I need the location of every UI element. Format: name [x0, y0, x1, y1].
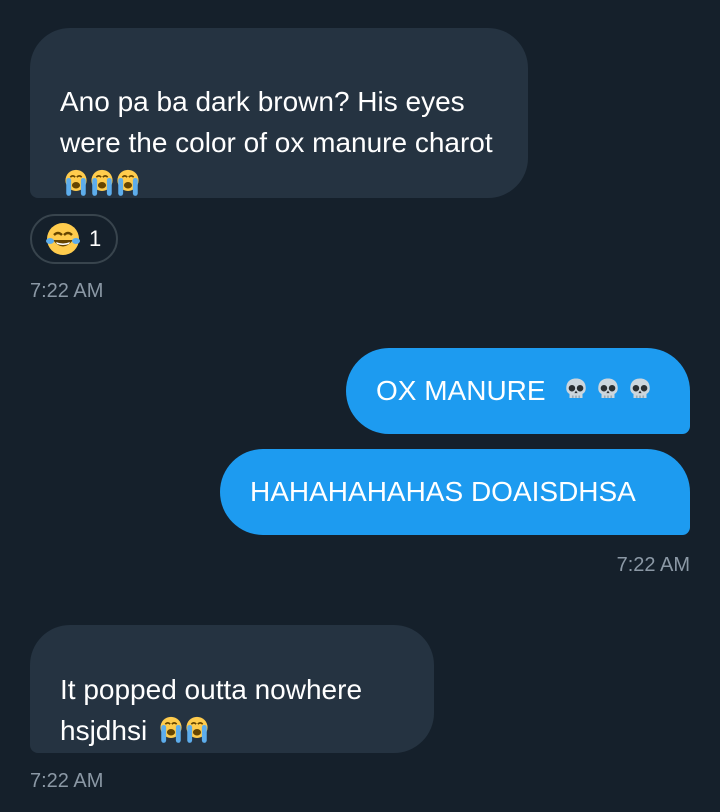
incoming-message-bubble[interactable]: Ano pa ba dark brown? His eyes were the … — [30, 28, 528, 198]
reaction-count: 1 — [89, 226, 102, 251]
outgoing-message-bubble[interactable]: OX MANURE — [346, 348, 690, 434]
message-timestamp: 7:22 AM — [30, 280, 104, 302]
message-text: Ano pa ba dark brown? His eyes were the … — [60, 86, 493, 158]
message-timestamp: 7:22 AM — [30, 770, 104, 792]
message-text: OX MANURE — [376, 375, 554, 406]
loudly-crying-face-icon — [158, 714, 184, 744]
conversation-view: Ano pa ba dark brown? His eyes were the … — [0, 0, 720, 812]
incoming-message-bubble[interactable]: It popped outta nowhere hsjdhsi — [30, 625, 434, 753]
skull-icon — [627, 352, 653, 382]
message-text: It popped outta nowhere hsjdhsi — [60, 674, 363, 746]
loudly-crying-face-icon — [63, 167, 89, 197]
skull-icon — [563, 352, 589, 382]
loudly-crying-face-icon — [115, 167, 141, 197]
loudly-crying-face-icon — [89, 167, 115, 197]
reaction-pill[interactable]: 1 — [30, 214, 118, 264]
message-timestamp: 7:22 AM — [616, 554, 690, 576]
face-with-tears-of-joy-icon — [45, 221, 81, 257]
skull-icon — [595, 352, 621, 382]
loudly-crying-face-icon — [184, 714, 210, 744]
message-text: HAHAHAHAHAS DOAISDHSA — [250, 476, 636, 507]
outgoing-message-bubble[interactable]: HAHAHAHAHAS DOAISDHSA — [220, 449, 690, 535]
